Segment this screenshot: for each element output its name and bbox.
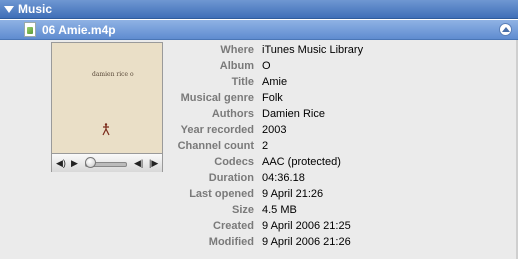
section-title: Music: [18, 2, 53, 16]
property-row-codecs: Codecs AAC (protected): [0, 156, 518, 172]
property-label: Created: [213, 220, 254, 232]
disclosure-triangle-icon[interactable]: [4, 6, 14, 13]
property-value: 2: [262, 140, 269, 152]
property-row-size: Size 4.5 MB: [0, 204, 518, 220]
property-row-modified: Modified 9 April 2006 21:26: [0, 236, 518, 252]
property-value: 2003: [262, 124, 287, 136]
property-label: Size: [231, 204, 254, 216]
property-value: iTunes Music Library: [262, 44, 364, 56]
file-name: 06 Amie.m4p: [42, 23, 116, 37]
property-value: 4.5 MB: [262, 204, 297, 216]
audio-file-icon: [24, 22, 36, 37]
property-label: Modified: [208, 236, 254, 248]
property-row-year: Year recorded 2003: [0, 124, 518, 140]
property-label: Duration: [208, 172, 254, 184]
info-panel: damien rice o ◀) ▶ ◀| |▶ Where iTunes Mu…: [0, 40, 518, 259]
property-label: Year recorded: [180, 124, 254, 136]
property-value: 9 April 21:26: [262, 188, 324, 200]
property-row-album: Album O: [0, 60, 518, 76]
music-section-header[interactable]: Music: [0, 0, 518, 19]
property-label: Authors: [211, 108, 254, 120]
property-label: Title: [231, 76, 254, 88]
property-label: Last opened: [189, 188, 254, 200]
property-label: Codecs: [214, 156, 254, 168]
property-value: 9 April 2006 21:26: [262, 236, 351, 248]
property-value: 04:36.18: [262, 172, 305, 184]
collapse-button[interactable]: [499, 23, 512, 36]
property-label: Musical genre: [180, 92, 254, 104]
property-value: O: [262, 60, 271, 72]
property-row-last-opened: Last opened 9 April 21:26: [0, 188, 518, 204]
property-label: Where: [220, 44, 254, 56]
property-value: Damien Rice: [262, 108, 325, 120]
property-row-where: Where iTunes Music Library: [0, 44, 518, 60]
property-row-duration: Duration 04:36.18: [0, 172, 518, 188]
property-row-authors: Authors Damien Rice: [0, 108, 518, 124]
property-row-genre: Musical genre Folk: [0, 92, 518, 108]
property-row-title: Title Amie: [0, 76, 518, 92]
property-label: Channel count: [177, 140, 254, 152]
property-value: 9 April 2006 21:25: [262, 220, 351, 232]
property-value: Amie: [262, 76, 288, 88]
property-value: AAC (protected): [262, 156, 341, 168]
property-row-channels: Channel count 2: [0, 140, 518, 156]
property-label: Album: [219, 60, 254, 72]
property-row-created: Created 9 April 2006 21:25: [0, 220, 518, 236]
property-value: Folk: [262, 92, 283, 104]
file-header[interactable]: 06 Amie.m4p: [0, 20, 518, 40]
